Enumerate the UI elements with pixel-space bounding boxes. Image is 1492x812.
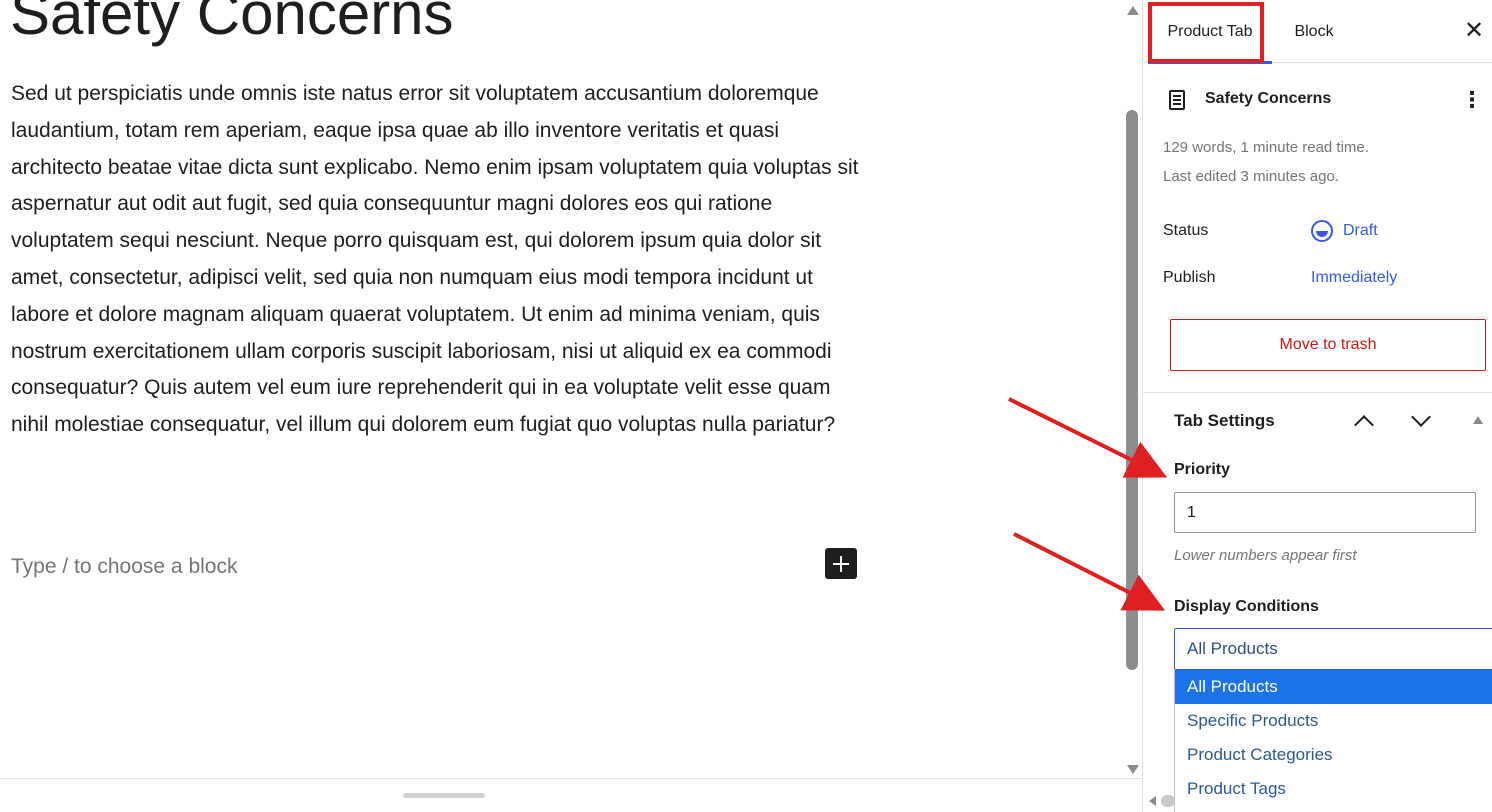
priority-input[interactable]: 1 bbox=[1174, 492, 1476, 533]
sidebar-tabs: Product Tab Block ✕ bbox=[1143, 0, 1492, 64]
document-title: Safety Concerns bbox=[1205, 90, 1332, 107]
panel-title[interactable]: Tab Settings bbox=[1174, 411, 1275, 431]
word-count: 129 words, 1 minute read time. bbox=[1163, 139, 1369, 156]
dropdown-option-product-categories[interactable]: Product Categories bbox=[1175, 738, 1492, 772]
display-conditions-dropdown: All Products Specific Products Product C… bbox=[1174, 670, 1492, 812]
scroll-up-icon[interactable] bbox=[1127, 6, 1139, 15]
display-conditions-select[interactable]: All Products bbox=[1174, 628, 1492, 670]
block-placeholder[interactable]: Type / to choose a block bbox=[11, 552, 237, 582]
editor-canvas: Safety Concerns Sed ut perspiciatis unde… bbox=[0, 0, 1120, 778]
annotation-highlight-box bbox=[1148, 2, 1264, 63]
document-summary: Safety Concerns ⋮ bbox=[1163, 86, 1483, 114]
scroll-down-icon[interactable] bbox=[1127, 765, 1139, 774]
scrollbar-thumb[interactable] bbox=[1126, 110, 1138, 670]
move-to-trash-button[interactable]: Move to trash bbox=[1170, 319, 1486, 371]
panel-toggle-icon[interactable] bbox=[1473, 416, 1483, 424]
last-edited: Last edited 3 minutes ago. bbox=[1163, 168, 1339, 185]
chevron-up-icon[interactable] bbox=[1354, 415, 1374, 435]
settings-sidebar: Product Tab Block ✕ Safety Concerns ⋮ 12… bbox=[1142, 0, 1492, 812]
resize-handle[interactable] bbox=[403, 793, 485, 798]
dropdown-option-product-tags[interactable]: Product Tags bbox=[1175, 772, 1492, 806]
plus-icon[interactable] bbox=[825, 548, 857, 579]
priority-label: Priority bbox=[1174, 461, 1231, 478]
publish-label: Publish bbox=[1163, 269, 1216, 286]
display-conditions-label: Display Conditions bbox=[1174, 598, 1319, 615]
tab-label: Block bbox=[1294, 23, 1334, 40]
document-icon bbox=[1169, 90, 1185, 110]
more-options-icon[interactable]: ⋮ bbox=[1461, 86, 1483, 114]
publish-date-button[interactable]: Immediately bbox=[1311, 269, 1397, 287]
editor-scrollbar[interactable] bbox=[1122, 0, 1142, 778]
dropdown-option-specific-products[interactable]: Specific Products bbox=[1175, 704, 1492, 738]
post-paragraph[interactable]: Sed ut perspiciatis unde omnis iste natu… bbox=[11, 76, 861, 444]
draft-status-icon bbox=[1311, 220, 1333, 242]
close-icon[interactable]: ✕ bbox=[1461, 18, 1487, 44]
editor-footer bbox=[0, 778, 1142, 812]
status-label: Status bbox=[1163, 222, 1209, 239]
horizontal-scrollbar-thumb[interactable] bbox=[1161, 795, 1175, 807]
divider bbox=[1143, 392, 1492, 393]
post-title[interactable]: Safety Concerns bbox=[10, 0, 454, 50]
dropdown-option-all-products[interactable]: All Products bbox=[1175, 670, 1492, 704]
tab-block[interactable]: Block bbox=[1279, 0, 1349, 63]
priority-help-text: Lower numbers appear first bbox=[1174, 547, 1357, 564]
scroll-left-icon[interactable] bbox=[1149, 796, 1156, 806]
status-value: Draft bbox=[1343, 222, 1378, 239]
chevron-down-icon[interactable] bbox=[1411, 407, 1431, 427]
